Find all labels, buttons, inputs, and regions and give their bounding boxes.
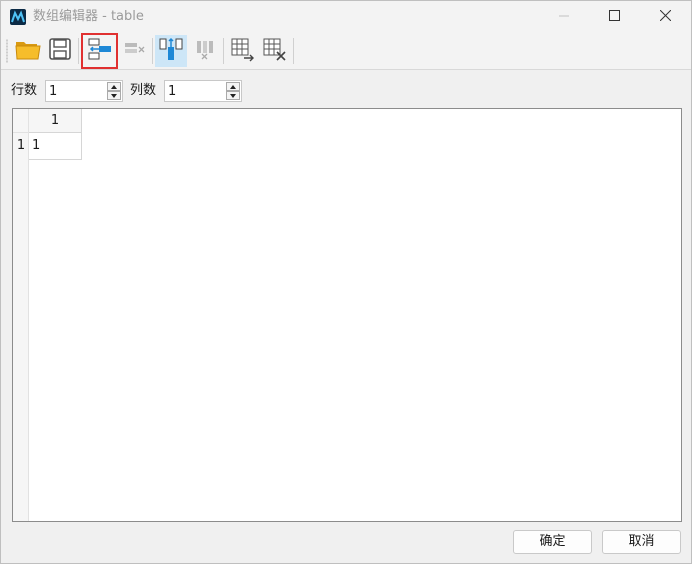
toolbar-grip — [6, 39, 8, 63]
cols-spinner[interactable] — [164, 80, 242, 102]
matlab-logo-icon — [10, 9, 26, 25]
minimize-button[interactable] — [541, 1, 587, 33]
spin-down-icon[interactable] — [226, 91, 240, 100]
save-icon — [48, 37, 72, 65]
minimize-icon — [559, 10, 569, 25]
cols-input[interactable] — [167, 82, 224, 100]
close-button[interactable] — [642, 1, 688, 33]
rows-spinner[interactable] — [45, 80, 123, 102]
row-header[interactable]: 1 — [13, 133, 29, 159]
table-clear-icon — [261, 36, 287, 66]
maximize-icon — [608, 9, 620, 25]
table-import-icon — [229, 36, 255, 66]
data-table[interactable]: 1 1 1 — [12, 108, 682, 522]
folder-open-icon — [15, 38, 41, 64]
delete-row-icon — [123, 40, 145, 62]
cols-label: 列数 — [130, 83, 157, 98]
column-header[interactable]: 1 — [29, 109, 82, 133]
table-cell[interactable]: 1 — [29, 133, 82, 160]
spin-up-icon[interactable] — [107, 82, 121, 91]
table-corner[interactable] — [13, 109, 29, 133]
ok-button[interactable]: 确定 — [513, 530, 592, 554]
insert-column-button[interactable] — [155, 35, 187, 67]
toolbar-separator — [293, 38, 294, 64]
import-table-button[interactable] — [226, 35, 258, 67]
maximize-button[interactable] — [591, 1, 637, 33]
clear-table-button[interactable] — [258, 35, 290, 67]
toolbar-separator — [152, 38, 153, 64]
save-button[interactable] — [44, 35, 76, 67]
insert-column-icon — [158, 36, 184, 66]
array-editor-window: 数组编辑器 - table 行数 1 列数 1 1 1 1 确定 取消 — [0, 0, 692, 564]
insert-row-button[interactable] — [81, 33, 118, 69]
rows-label: 行数 — [11, 83, 38, 98]
cancel-button[interactable]: 取消 — [602, 530, 681, 554]
spin-down-icon[interactable] — [107, 91, 121, 100]
delete-column-button[interactable] — [189, 35, 221, 67]
toolbar — [1, 33, 691, 70]
rows-spinner-arrows[interactable] — [107, 82, 121, 100]
rows-input[interactable] — [48, 82, 105, 100]
toolbar-separator — [78, 38, 79, 64]
row-header-column — [13, 133, 29, 521]
delete-column-icon — [194, 38, 216, 64]
open-file-button[interactable] — [12, 35, 44, 67]
toolbar-separator — [223, 38, 224, 64]
close-icon — [659, 9, 671, 25]
cols-spinner-arrows[interactable] — [226, 82, 240, 100]
delete-row-button[interactable] — [118, 35, 150, 67]
window-title: 数组编辑器 - table — [33, 9, 144, 24]
title-bar: 数组编辑器 - table — [1, 1, 691, 33]
spin-up-icon[interactable] — [226, 82, 240, 91]
insert-row-icon — [87, 37, 113, 65]
